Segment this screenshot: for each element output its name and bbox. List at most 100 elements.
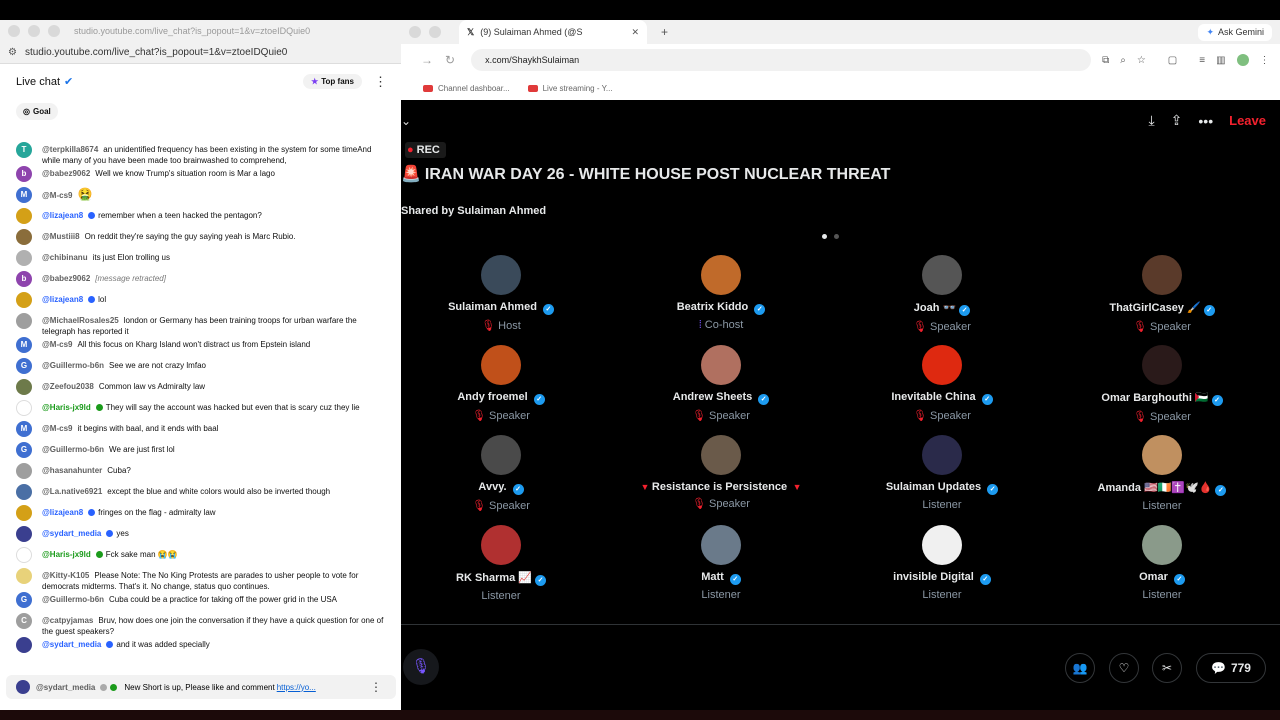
share-icon[interactable]: ⇪ [1171, 112, 1183, 129]
chat-message[interactable]: @lizajean8 remember when a teen hacked th… [0, 208, 401, 229]
chat-message-list[interactable]: T @terpkilla8674 an unidentified frequency… [0, 142, 401, 670]
participant-card[interactable]: ▼ Resistance is Persistence ▼ 🎙︎ Speaker [621, 435, 821, 510]
participant-card[interactable]: ThatGirlCasey 🖌️ ✓ 🎙︎ Speaker [1062, 255, 1262, 333]
chat-author[interactable]: @MichaelRosales25 [42, 316, 119, 325]
chat-author[interactable]: @hasanahunter [42, 466, 102, 475]
avatar[interactable] [481, 435, 521, 475]
chat-author[interactable]: @Haris-jx9ld [42, 550, 91, 559]
chat-message[interactable]: M @M-cs9 🤮 [0, 187, 401, 208]
close-tab-icon[interactable]: ✕ [631, 27, 639, 38]
avatar[interactable]: b [16, 271, 32, 287]
chat-address-bar[interactable]: ⚙ studio.youtube.com/live_chat?is_popout… [0, 42, 401, 64]
tab-x-profile[interactable]: 𝕏 (9) Sulaiman Ahmed (@S ✕ [459, 20, 647, 44]
collapse-chevron-icon[interactable]: ⌄ [401, 114, 411, 128]
chat-author[interactable]: @Haris-jx9ld [42, 403, 91, 412]
chat-message[interactable]: G @Guillermo-b6n See we are not crazy lmfa… [0, 358, 401, 379]
chat-message[interactable]: b @babez9062 Well we know Trump's situatio… [0, 166, 401, 187]
bookmark-channel-dashboard[interactable]: Channel dashboar... [423, 84, 510, 93]
chat-author[interactable]: @La.native6921 [42, 487, 102, 496]
avatar[interactable]: G [16, 592, 32, 608]
chat-message[interactable]: @La.native6921 except the blue and white … [0, 484, 401, 505]
avatar[interactable] [922, 435, 962, 475]
avatar[interactable]: C [16, 613, 32, 629]
replies-button[interactable]: 💬 779 [1196, 653, 1266, 683]
avatar[interactable]: M [16, 337, 32, 353]
top-fans-button[interactable]: ★ Top fans [303, 74, 362, 89]
pinned-link[interactable]: https://yo... [277, 683, 316, 692]
chat-message[interactable]: G @Guillermo-b6n We are just first lol [0, 442, 401, 463]
avatar[interactable] [16, 313, 32, 329]
avatar[interactable]: T [16, 142, 32, 158]
avatar[interactable] [701, 255, 741, 295]
avatar[interactable] [1142, 435, 1182, 475]
chat-author[interactable]: @lizajean8 [42, 211, 83, 220]
avatar[interactable] [481, 525, 521, 565]
avatar[interactable] [922, 525, 962, 565]
chat-author[interactable]: @lizajean8 [42, 295, 83, 304]
pinned-more-icon[interactable]: ⋮ [370, 680, 382, 694]
chat-message[interactable]: @chibinanu its just Elon trolling us [0, 250, 401, 271]
avatar[interactable] [481, 255, 521, 295]
participant-card[interactable]: Amanda 🇺🇸🇮🇪✝️🕊️🩸 ✓ Listener [1062, 435, 1262, 512]
page-dot[interactable] [834, 234, 839, 239]
avatar[interactable] [701, 525, 741, 565]
chat-author[interactable]: @Mustiii8 [42, 232, 80, 241]
chat-author[interactable]: @M-cs9 [42, 191, 72, 200]
chat-author[interactable]: @catpyjamas [42, 616, 93, 625]
zoom-icon[interactable]: ⌕ [1120, 55, 1126, 66]
chat-message[interactable]: @Haris-jx9ld Fck sake man 😭😭 [0, 547, 401, 568]
avatar[interactable] [16, 379, 32, 395]
chat-message[interactable]: @Zeefou2038 Common law vs Admiralty law [0, 379, 401, 400]
avatar[interactable] [1142, 525, 1182, 565]
participant-card[interactable]: Sulaiman Ahmed ✓ 🎙︎ Host [401, 255, 601, 332]
pinned-message[interactable]: @sydart_media New Short is up, Please li… [6, 675, 396, 699]
participant-card[interactable]: Omar ✓ Listener [1062, 525, 1262, 601]
avatar[interactable] [16, 505, 32, 521]
extensions-icon[interactable]: ▢ [1168, 55, 1177, 66]
chat-message[interactable]: @Kitty-K105 Please Note: The No King Prot… [0, 568, 401, 592]
chat-message[interactable]: @lizajean8 lol [0, 292, 401, 313]
chat-message[interactable]: @Haris-jx9ld They will say the account wa… [0, 400, 401, 421]
chat-author[interactable]: @Kitty-K105 [42, 571, 89, 580]
chat-message[interactable]: b @babez9062 [message retracted] [0, 271, 401, 292]
avatar[interactable] [16, 400, 32, 416]
chat-author[interactable]: @Guillermo-b6n [42, 595, 104, 604]
chat-author[interactable]: @Guillermo-b6n [42, 445, 104, 454]
avatar[interactable] [1142, 255, 1182, 295]
new-tab-icon[interactable]: + [661, 25, 668, 39]
forward-icon[interactable]: → [421, 53, 433, 67]
chat-message[interactable]: M @M-cs9 All this focus on Kharg Island wo… [0, 337, 401, 358]
chat-author[interactable]: @Guillermo-b6n [42, 361, 104, 370]
participant-card[interactable]: Beatrix Kiddo ✓ ⁞ Co-host [621, 255, 821, 331]
minimize-space-icon[interactable]: ⤓ [1148, 112, 1154, 129]
close-window-button[interactable] [409, 26, 421, 38]
chat-author[interactable]: @babez9062 [42, 169, 90, 178]
participant-card[interactable]: invisible Digital ✓ Listener [842, 525, 1042, 601]
chat-message[interactable]: @hasanahunter Cuba? [0, 463, 401, 484]
chat-message[interactable]: @sydart_media and it was added specially [0, 637, 401, 658]
avatar[interactable] [16, 637, 32, 653]
avatar[interactable]: M [16, 421, 32, 437]
avatar[interactable]: b [16, 166, 32, 182]
site-settings-icon[interactable]: ⚙ [8, 47, 17, 58]
clip-button[interactable]: ✂ [1152, 653, 1182, 683]
leave-button[interactable]: Leave [1229, 113, 1266, 128]
chat-author[interactable]: @sydart_media [42, 529, 101, 538]
goal-button[interactable]: ◎ Goal [16, 102, 58, 120]
participant-card[interactable]: Andrew Sheets ✓ 🎙︎ Speaker [621, 345, 821, 422]
sidepanel-icon[interactable]: ▥ [1216, 55, 1225, 66]
avatar[interactable] [701, 435, 741, 475]
participant-card[interactable]: Andy froemel ✓ 🎙︎ Speaker [401, 345, 601, 422]
chat-more-options-icon[interactable]: ⋮ [374, 74, 387, 90]
page-dot-active[interactable] [822, 234, 827, 239]
chat-message[interactable]: T @terpkilla8674 an unidentified frequency… [0, 142, 401, 166]
participant-card[interactable]: RK Sharma 📈 ✓ Listener [401, 525, 601, 602]
chat-author[interactable]: @Zeefou2038 [42, 382, 94, 391]
reading-list-icon[interactable]: ≡ [1199, 55, 1205, 66]
more-options-icon[interactable]: ••• [1198, 113, 1213, 129]
avatar[interactable] [922, 255, 962, 295]
avatar[interactable]: M [16, 187, 32, 203]
ask-gemini-button[interactable]: ✦ Ask Gemini [1198, 23, 1272, 41]
participant-card[interactable]: Inevitable China ✓ 🎙︎ Speaker [842, 345, 1042, 422]
bookmark-live-streaming[interactable]: Live streaming - Y... [527, 84, 613, 93]
